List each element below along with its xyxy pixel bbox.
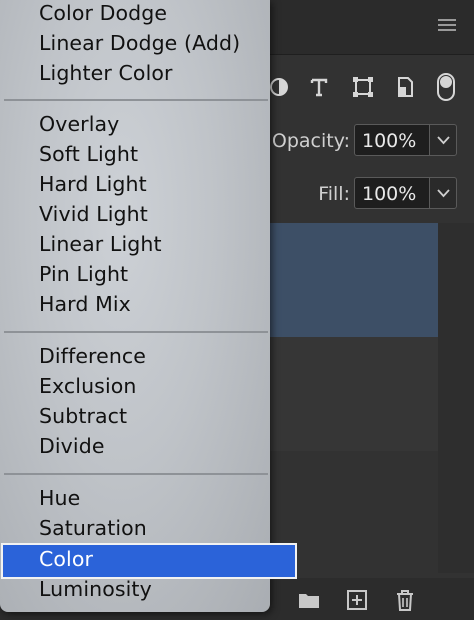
menu-item-pin-light[interactable]: Pin Light (0, 261, 270, 291)
smart-object-filter-icon[interactable] (390, 72, 420, 102)
menu-item-soft-light[interactable]: Soft Light (0, 141, 270, 171)
fill-dropdown-button[interactable] (429, 177, 457, 209)
menu-separator (4, 99, 268, 101)
new-layer-icon[interactable] (344, 587, 370, 613)
fill-label: Fill: (318, 183, 350, 205)
opacity-label: Opacity: (271, 130, 350, 152)
menu-item-color-dodge[interactable]: Color Dodge (0, 0, 270, 30)
blend-mode-menu: Color Dodge Linear Dodge (Add) Lighter C… (0, 0, 297, 612)
menu-item-hue[interactable]: Hue (0, 485, 270, 515)
menu-separator (4, 331, 268, 333)
menu-item-divide[interactable]: Divide (0, 433, 270, 463)
layer-filter-bar (262, 72, 474, 104)
fill-row: Fill: 100% (262, 177, 474, 211)
opacity-row: Opacity: 100% (262, 124, 474, 158)
menu-item-color-selected[interactable]: Color (1, 543, 297, 579)
scrollbar-track[interactable] (438, 223, 474, 573)
menu-item-overlay[interactable]: Overlay (0, 111, 270, 141)
menu-separator (4, 473, 268, 475)
layer-row-selected[interactable] (262, 223, 438, 337)
menu-item-hard-mix[interactable]: Hard Mix (0, 291, 270, 321)
opacity-input[interactable]: 100% (354, 124, 430, 156)
opacity-dropdown-button[interactable] (429, 124, 457, 156)
chevron-down-icon (437, 189, 450, 198)
menu-item-saturation[interactable]: Saturation (0, 515, 270, 545)
menu-item-exclusion[interactable]: Exclusion (0, 373, 270, 403)
menu-item-linear-light[interactable]: Linear Light (0, 231, 270, 261)
layer-row[interactable] (262, 337, 438, 451)
type-filter-icon[interactable] (304, 72, 334, 102)
menu-item-hard-light[interactable]: Hard Light (0, 171, 270, 201)
filter-toggle-icon[interactable] (436, 72, 456, 102)
shape-filter-icon[interactable] (348, 72, 378, 102)
chevron-down-icon (437, 136, 450, 145)
delete-layer-icon[interactable] (392, 587, 418, 613)
menu-item-lighter-color[interactable]: Lighter Color (0, 60, 270, 90)
new-group-folder-icon[interactable] (296, 587, 322, 613)
menu-item-subtract[interactable]: Subtract (0, 403, 270, 433)
menu-item-luminosity[interactable]: Luminosity (0, 576, 270, 606)
menu-item-linear-dodge-add[interactable]: Linear Dodge (Add) (0, 30, 270, 60)
panel-menu-icon[interactable] (438, 19, 456, 33)
menu-item-vivid-light[interactable]: Vivid Light (0, 201, 270, 231)
menu-item-difference[interactable]: Difference (0, 343, 270, 373)
fill-input[interactable]: 100% (354, 177, 430, 209)
